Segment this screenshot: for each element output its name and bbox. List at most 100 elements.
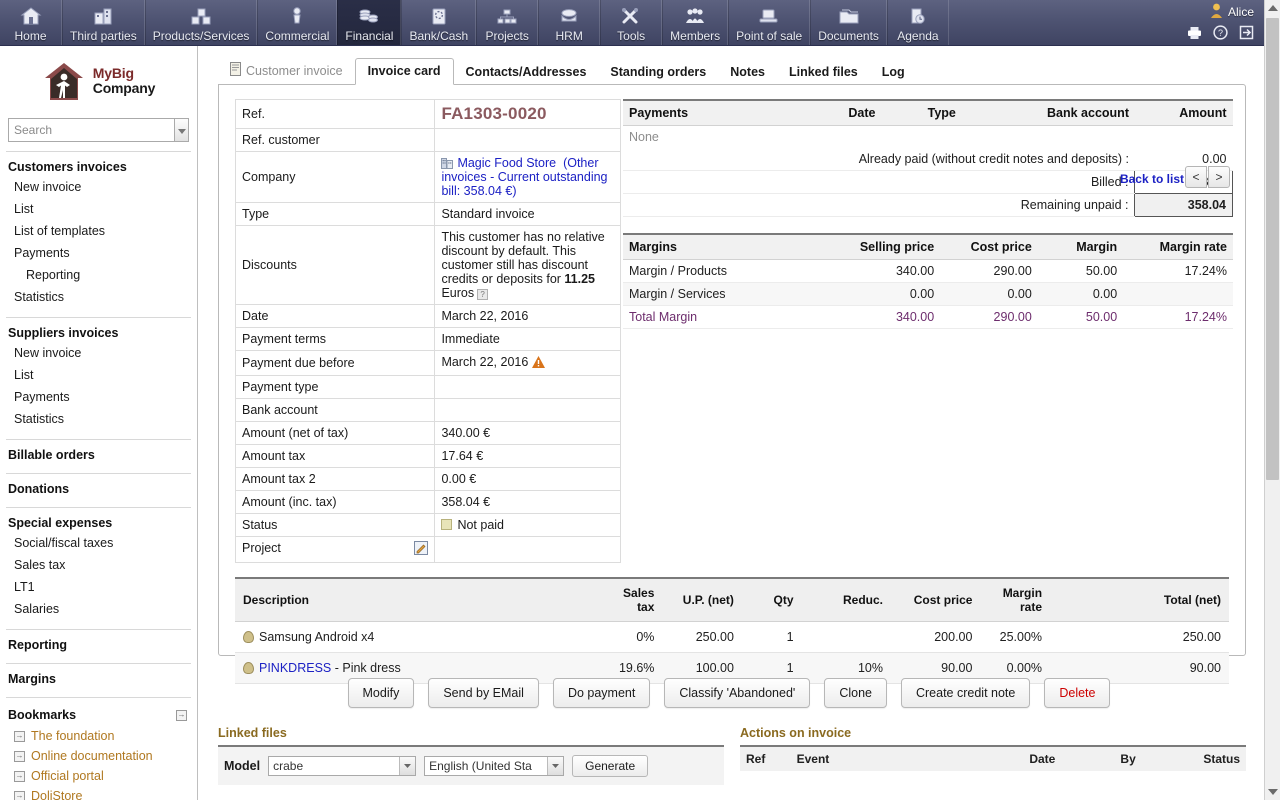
nav-item-hrm[interactable]: HRM — [538, 0, 600, 45]
coins-icon — [356, 4, 382, 28]
margin-services-cost: 0.00 — [940, 283, 1038, 306]
sidebar-item-payments[interactable]: Payments — [0, 386, 197, 408]
status-label: Status — [236, 514, 435, 537]
line-2-product-link[interactable]: PINKDRESS — [259, 661, 331, 675]
nav-item-home[interactable]: Home — [0, 0, 62, 45]
nav-item-documents[interactable]: Documents — [810, 0, 887, 45]
product-icon — [243, 662, 254, 674]
tab-log[interactable]: Log — [870, 60, 917, 85]
margins-header-margin: Margin — [1038, 234, 1123, 260]
company-link[interactable]: Magic Food Store — [457, 156, 556, 170]
add-bookmark-icon[interactable]: → — [176, 710, 187, 721]
nav-item-point-of-sale[interactable]: Point of sale — [728, 0, 810, 45]
sidebar-group-margins[interactable]: Margins — [0, 670, 197, 688]
sidebar-group-suppliers-invoices[interactable]: Suppliers invoices — [0, 324, 197, 342]
total-margin-name[interactable]: Total Margin — [623, 306, 830, 329]
tab-invoice-card[interactable]: Invoice card — [355, 58, 454, 85]
back-to-list-link[interactable]: Back to list — [1120, 172, 1184, 186]
tab-contacts-addresses[interactable]: Contacts/Addresses — [454, 60, 599, 85]
sidebar-item-statistics[interactable]: Statistics — [0, 408, 197, 430]
nav-item-projects[interactable]: Projects — [476, 0, 538, 45]
nav-label: Home — [14, 29, 46, 43]
sidebar-item-list[interactable]: List — [0, 364, 197, 386]
sidebar-item-new-invoice[interactable]: New invoice — [0, 176, 197, 198]
invoice-icon — [230, 62, 241, 79]
sidebar-item-list-of-templates[interactable]: List of templates — [0, 220, 197, 242]
scroll-up-arrow[interactable] — [1265, 0, 1280, 16]
nav-item-products-services[interactable]: Products/Services — [145, 0, 258, 45]
tab-notes[interactable]: Notes — [718, 60, 777, 85]
invoice-lines-table: Description Sales tax U.P. (net) Qty Red… — [235, 577, 1229, 684]
sidebar-group-donations[interactable]: Donations — [0, 480, 197, 498]
sidebar-divider — [6, 507, 191, 508]
user-area[interactable]: Alice — [1210, 3, 1254, 21]
bookmark-link-icon: → — [14, 771, 25, 782]
nav-item-third-parties[interactable]: Third parties — [62, 0, 145, 45]
tab-standing-orders[interactable]: Standing orders — [598, 60, 718, 85]
previous-record-button[interactable]: < — [1185, 166, 1207, 188]
classify-abandoned-button[interactable]: Classify 'Abandoned' — [664, 678, 810, 708]
amount-tax-value: 17.64 € — [435, 445, 621, 468]
project-label: Project — [242, 541, 281, 555]
help-icon[interactable]: ? — [1213, 25, 1228, 40]
nav-item-members[interactable]: Members — [662, 0, 728, 45]
model-select-value: crabe — [269, 759, 399, 773]
sidebar-item-sales-tax[interactable]: Sales tax — [0, 554, 197, 576]
sidebar-item-reporting[interactable]: Reporting — [0, 264, 197, 286]
generate-button[interactable]: Generate — [572, 755, 648, 777]
clone-button[interactable]: Clone — [824, 678, 887, 708]
search-input[interactable] — [8, 118, 174, 142]
printer-icon[interactable] — [1187, 26, 1202, 40]
sidebar-item-new-invoice[interactable]: New invoice — [0, 342, 197, 364]
main-content: Customer invoice Invoice card Contacts/A… — [198, 46, 1260, 800]
help-icon[interactable]: ? — [477, 289, 488, 300]
nav-item-tools[interactable]: Tools — [600, 0, 662, 45]
payment-due-date: March 22, 2016 — [441, 355, 528, 369]
panel-spacer — [623, 217, 1233, 233]
modify-button[interactable]: Modify — [348, 678, 415, 708]
scrollbar-track[interactable] — [1265, 16, 1280, 784]
language-select[interactable]: English (United Sta — [424, 756, 564, 776]
scrollbar-thumb[interactable] — [1266, 18, 1279, 480]
sidebar-item-social-fiscal-taxes[interactable]: Social/fiscal taxes — [0, 532, 197, 554]
lines-header-total-net: Total (net) — [1050, 578, 1229, 622]
sidebar-item-lt1[interactable]: LT1 — [0, 576, 197, 598]
company-label: Company — [236, 152, 435, 203]
create-credit-note-button[interactable]: Create credit note — [901, 678, 1030, 708]
nav-item-bank-cash[interactable]: Bank/Cash — [401, 0, 476, 45]
scroll-down-arrow[interactable] — [1265, 784, 1280, 800]
sidebar-item-salaries[interactable]: Salaries — [0, 598, 197, 620]
nav-right-cluster: Alice ? — [1187, 0, 1264, 45]
nav-item-agenda[interactable]: Agenda — [887, 0, 949, 45]
next-record-button[interactable]: > — [1208, 166, 1230, 188]
delete-button[interactable]: Delete — [1044, 678, 1110, 708]
sidebar-group-reporting[interactable]: Reporting — [0, 636, 197, 654]
sidebar-group-special-expenses[interactable]: Special expenses — [0, 514, 197, 532]
margins-header-cost-price: Cost price — [940, 234, 1038, 260]
bookmarks-list: →The foundation→Online documentation→Off… — [0, 726, 197, 800]
bookmark-item[interactable]: →Official portal — [0, 766, 197, 786]
sidebar-group-billable-orders[interactable]: Billable orders — [0, 446, 197, 464]
sidebar-group-customers-invoices[interactable]: Customers invoices — [0, 158, 197, 176]
bookmark-item[interactable]: →The foundation — [0, 726, 197, 746]
search-dropdown-button[interactable] — [174, 118, 189, 142]
edit-icon[interactable] — [414, 541, 428, 558]
lines-header-row: Description Sales tax U.P. (net) Qty Red… — [235, 578, 1229, 622]
logout-icon[interactable] — [1239, 25, 1254, 40]
margin-products-rate: 17.24% — [1123, 260, 1233, 283]
bookmark-item[interactable]: →DoliStore — [0, 786, 197, 800]
page-scrollbar[interactable] — [1264, 0, 1280, 800]
sidebar-item-statistics[interactable]: Statistics — [0, 286, 197, 308]
tab-linked-files[interactable]: Linked files — [777, 60, 870, 85]
bookmark-item[interactable]: →Online documentation — [0, 746, 197, 766]
sidebar-item-list[interactable]: List — [0, 198, 197, 220]
payments-empty-cell-1 — [842, 126, 921, 149]
sidebar-item-payments[interactable]: Payments — [0, 242, 197, 264]
model-select[interactable]: crabe — [268, 756, 416, 776]
nav-item-financial[interactable]: Financial — [337, 0, 401, 45]
company-logo[interactable]: MyBig Company — [0, 46, 197, 112]
do-payment-button[interactable]: Do payment — [553, 678, 650, 708]
send-by-email-button[interactable]: Send by EMail — [428, 678, 539, 708]
payment-type-label: Payment type — [236, 376, 435, 399]
nav-item-commercial[interactable]: Commercial — [257, 0, 337, 45]
